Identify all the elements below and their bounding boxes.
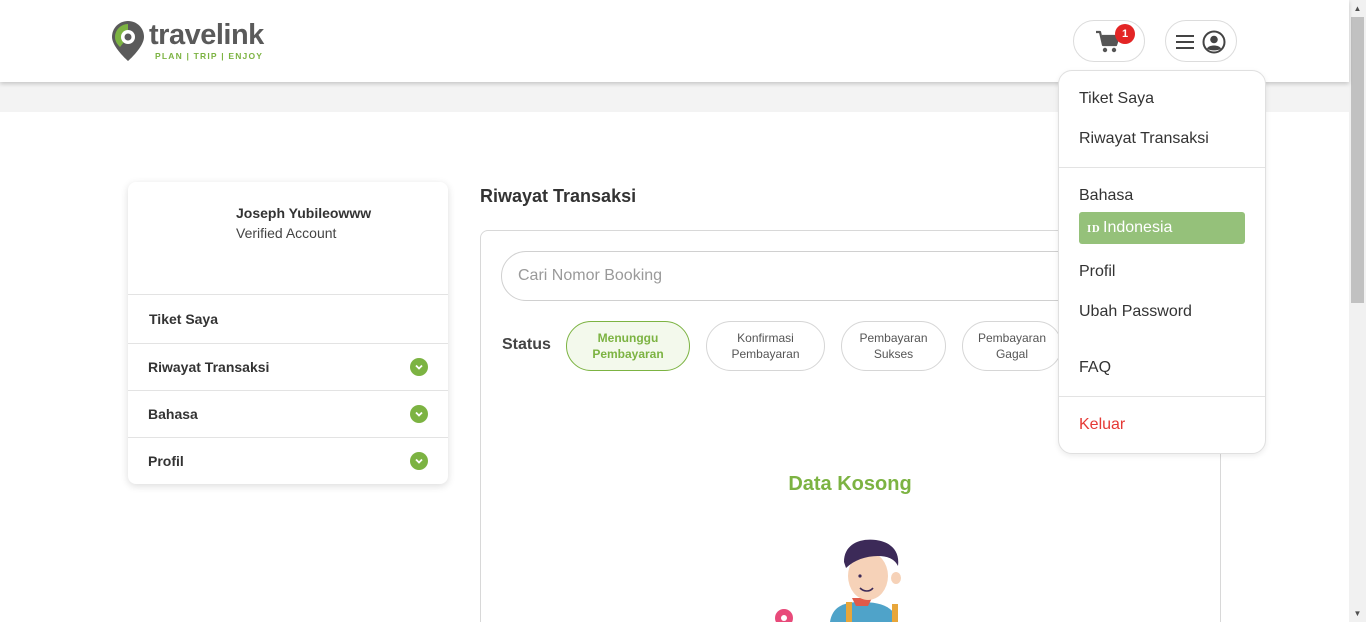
profile-sidebar-card: Joseph Yubileowww Verified Account Tiket…	[128, 182, 448, 484]
empty-state-illustration	[775, 539, 901, 622]
chevron-down-icon	[410, 452, 428, 470]
cart-count-badge: 1	[1115, 24, 1135, 44]
sidebar-item-label: Riwayat Transaksi	[148, 359, 270, 375]
scrollbar-thumb[interactable]	[1351, 17, 1364, 303]
filter-pembayaran-gagal[interactable]: Pembayaran Gagal	[962, 321, 1062, 371]
location-pin-icon	[112, 21, 144, 61]
filter-label-line2: Gagal	[995, 347, 1028, 361]
status-filter-label: Status	[502, 336, 551, 353]
menu-section-bahasa: Bahasa	[1079, 187, 1134, 204]
filter-label-line2: Sukses	[873, 347, 914, 361]
filter-menunggu-pembayaran[interactable]: Menunggu Pembayaran	[566, 321, 690, 371]
filter-konfirmasi-pembayaran[interactable]: Konfirmasi Pembayaran	[706, 321, 825, 371]
brand-name: travelink	[149, 19, 264, 51]
hamburger-icon	[1176, 35, 1194, 49]
page-title: Riwayat Transaksi	[480, 186, 637, 206]
sidebar-item-profil[interactable]: Profil	[128, 437, 448, 484]
menu-item-tiket-saya[interactable]: Tiket Saya	[1079, 90, 1154, 108]
menu-item-profil[interactable]: Profil	[1079, 263, 1115, 281]
sidebar-item-label: Bahasa	[148, 406, 198, 422]
filter-label-line1: Pembayaran	[859, 331, 928, 345]
scroll-down-arrow-icon[interactable]: ▼	[1349, 605, 1366, 622]
user-circle-icon	[1202, 30, 1226, 54]
chevron-down-icon	[410, 405, 428, 423]
account-menu-button[interactable]	[1165, 20, 1237, 62]
menu-item-riwayat-transaksi[interactable]: Riwayat Transaksi	[1079, 130, 1209, 148]
sidebar-item-bahasa[interactable]: Bahasa	[128, 390, 448, 437]
sidebar-item-label: Tiket Saya	[149, 311, 219, 327]
filter-label-line1: Menunggu	[597, 331, 659, 345]
filter-label-line2: Pembayaran	[592, 347, 664, 361]
language-option-indonesia[interactable]: ID Indonesia	[1079, 212, 1245, 244]
sidebar-item-riwayat-transaksi[interactable]: Riwayat Transaksi	[128, 343, 448, 390]
travelink-logo[interactable]: travelink PLAN | TRIP | ENJOY	[111, 20, 264, 62]
menu-item-keluar[interactable]: Keluar	[1079, 416, 1125, 434]
filter-label-line2: Pembayaran	[731, 347, 800, 361]
menu-item-faq[interactable]: FAQ	[1079, 359, 1111, 377]
empty-state-title: Data Kosong	[788, 473, 912, 495]
flag-id-icon: ID	[1087, 225, 1101, 235]
menu-divider	[1059, 396, 1265, 397]
filter-pembayaran-sukses[interactable]: Pembayaran Sukses	[841, 321, 946, 371]
menu-divider	[1059, 167, 1265, 168]
menu-item-ubah-password[interactable]: Ubah Password	[1079, 303, 1192, 321]
account-status: Verified Account	[236, 225, 337, 241]
scroll-up-arrow-icon[interactable]: ▲	[1349, 0, 1366, 17]
user-name: Joseph Yubileowww	[236, 205, 372, 221]
filter-label-line1: Pembayaran	[977, 331, 1047, 345]
page: travelink PLAN | TRIP | ENJOY 1 Joseph Y…	[0, 0, 1366, 622]
sidebar-item-tiket-saya[interactable]: Tiket Saya	[128, 294, 448, 343]
chevron-down-icon	[410, 358, 428, 376]
account-dropdown-menu: Tiket Saya Riwayat Transaksi Bahasa ID In…	[1058, 70, 1266, 454]
filter-label-line1: Konfirmasi	[737, 331, 794, 345]
brand-tagline: PLAN | TRIP | ENJOY	[155, 51, 264, 61]
language-name: Indonesia	[1103, 219, 1173, 236]
sidebar-item-label: Profil	[148, 453, 184, 469]
cart-button[interactable]: 1	[1073, 20, 1145, 62]
